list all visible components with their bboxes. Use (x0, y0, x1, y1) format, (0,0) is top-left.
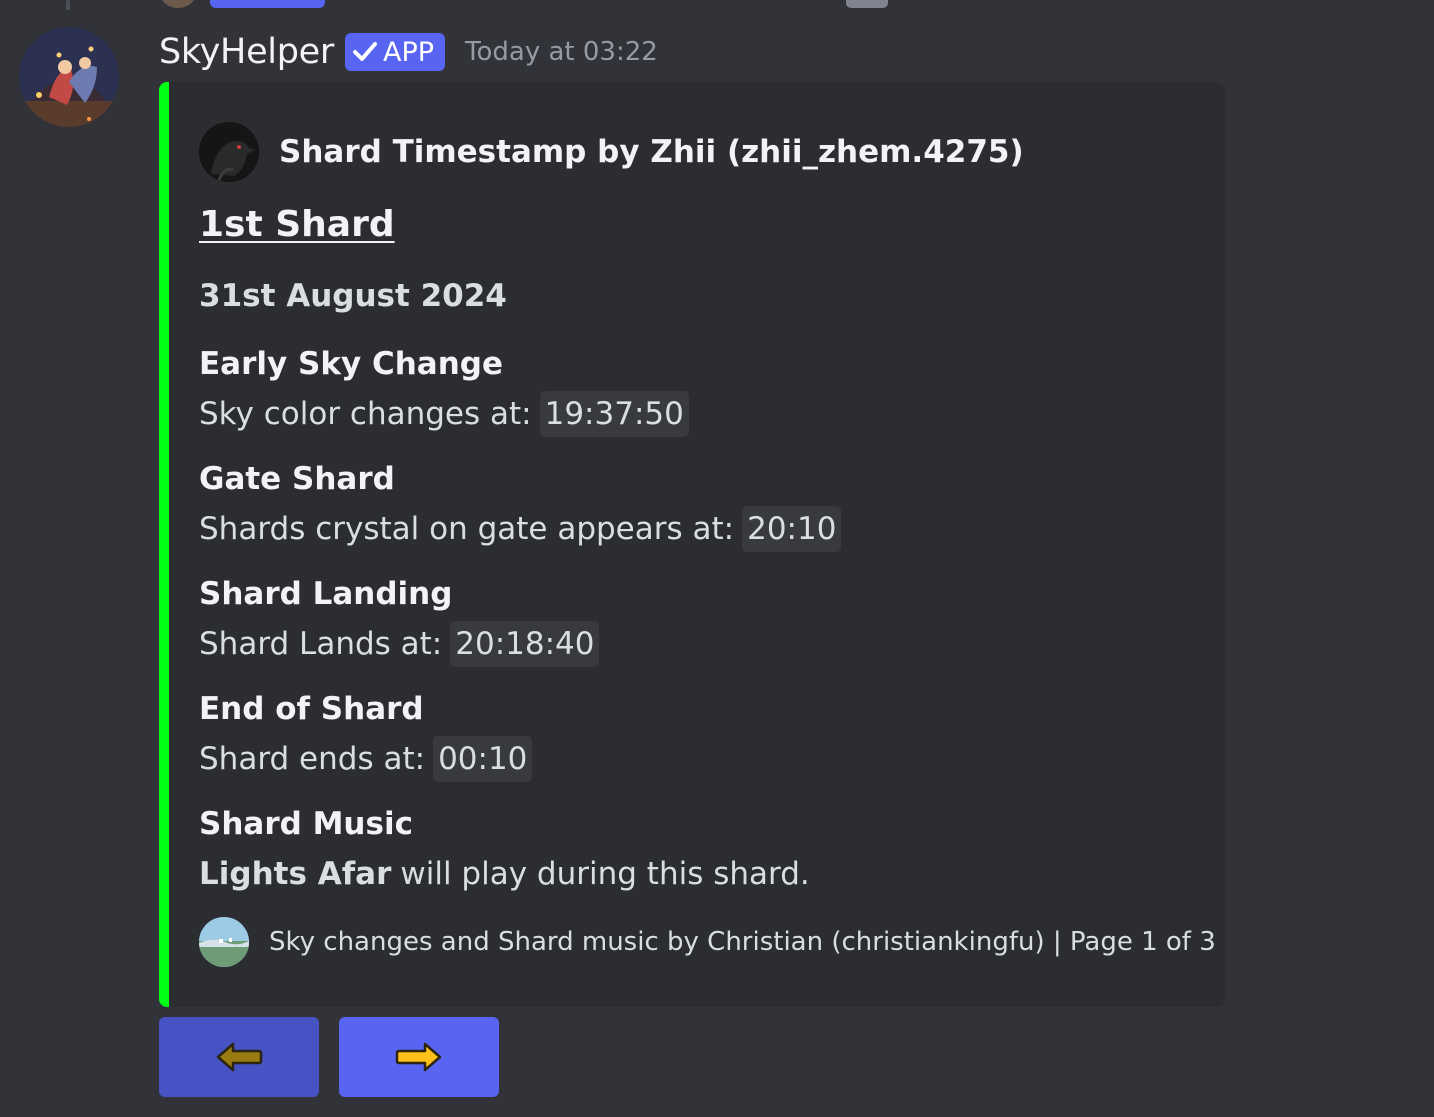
field-value-label: Shard ends at: (199, 741, 426, 777)
message-timestamp[interactable]: Today at 03:22 (465, 37, 658, 67)
embed-accent-bar (159, 82, 169, 1007)
author-name: Shard Timestamp by Zhii (zhii_zhem.4275) (279, 134, 1024, 170)
message-header: SkyHelper APP Today at 03:22 (159, 27, 658, 77)
time-code: 00:10 (433, 736, 533, 782)
field-value-label: Shards crystal on gate appears at: (199, 511, 735, 547)
music-track: Lights Afar (199, 856, 392, 892)
app-badge-label: APP (382, 36, 435, 68)
checkmark-icon (352, 42, 377, 61)
field-early-sky-change: Early Sky Change Sky color changes at: 1… (199, 340, 689, 440)
music-suffix: will play during this shard. (400, 856, 810, 892)
time-code: 20:10 (742, 506, 842, 552)
field-name: Gate Shard (199, 461, 395, 497)
field-value: Shard Lands at: 20:18:40 (199, 618, 600, 670)
next-page-button[interactable] (339, 1017, 499, 1097)
shard-embed: Shard Timestamp by Zhii (zhii_zhem.4275)… (159, 82, 1225, 1007)
previous-message-fragment (0, 0, 1434, 10)
field-value: Shard ends at: 00:10 (199, 733, 533, 785)
field-end-of-shard: End of Shard Shard ends at: 00:10 (199, 685, 533, 785)
field-value: Sky color changes at: 19:37:50 (199, 388, 689, 440)
username[interactable]: SkyHelper (159, 32, 334, 72)
field-value-label: Sky color changes at: (199, 396, 532, 432)
previous-avatar (160, 0, 196, 8)
field-value: Shards crystal on gate appears at: 20:10 (199, 503, 842, 555)
previous-app-badge (210, 0, 325, 8)
field-value-label: Shard Lands at: (199, 626, 443, 662)
app-badge: APP (344, 33, 446, 71)
arrow-right-icon (395, 1042, 442, 1072)
arrow-left-icon (216, 1042, 263, 1072)
field-value: Lights Afar will play during this shard. (199, 848, 810, 900)
field-shard-landing: Shard Landing Shard Lands at: 20:18:40 (199, 570, 600, 670)
previous-chip (846, 0, 888, 8)
embed-footer: Sky changes and Shard music by Christian… (199, 917, 1216, 967)
footer-text: Sky changes and Shard music by Christian… (269, 927, 1216, 957)
footer-landscape-icon (199, 917, 249, 967)
author-crow-icon (199, 122, 259, 182)
bot-avatar-icon[interactable] (19, 27, 119, 127)
field-shard-music: Shard Music Lights Afar will play during… (199, 800, 810, 900)
field-name: Shard Music (199, 806, 413, 842)
field-name: Shard Landing (199, 576, 453, 612)
field-gate-shard: Gate Shard Shards crystal on gate appear… (199, 455, 842, 555)
reply-line (66, 0, 70, 10)
embed-title: 1st Shard (199, 204, 395, 245)
embed-author: Shard Timestamp by Zhii (zhii_zhem.4275) (199, 122, 1024, 182)
time-code: 20:18:40 (450, 621, 600, 667)
shard-date: 31st August 2024 (199, 278, 507, 314)
field-name: Early Sky Change (199, 346, 503, 382)
previous-page-button[interactable] (159, 1017, 319, 1097)
field-name: End of Shard (199, 691, 424, 727)
time-code: 19:37:50 (539, 391, 689, 437)
